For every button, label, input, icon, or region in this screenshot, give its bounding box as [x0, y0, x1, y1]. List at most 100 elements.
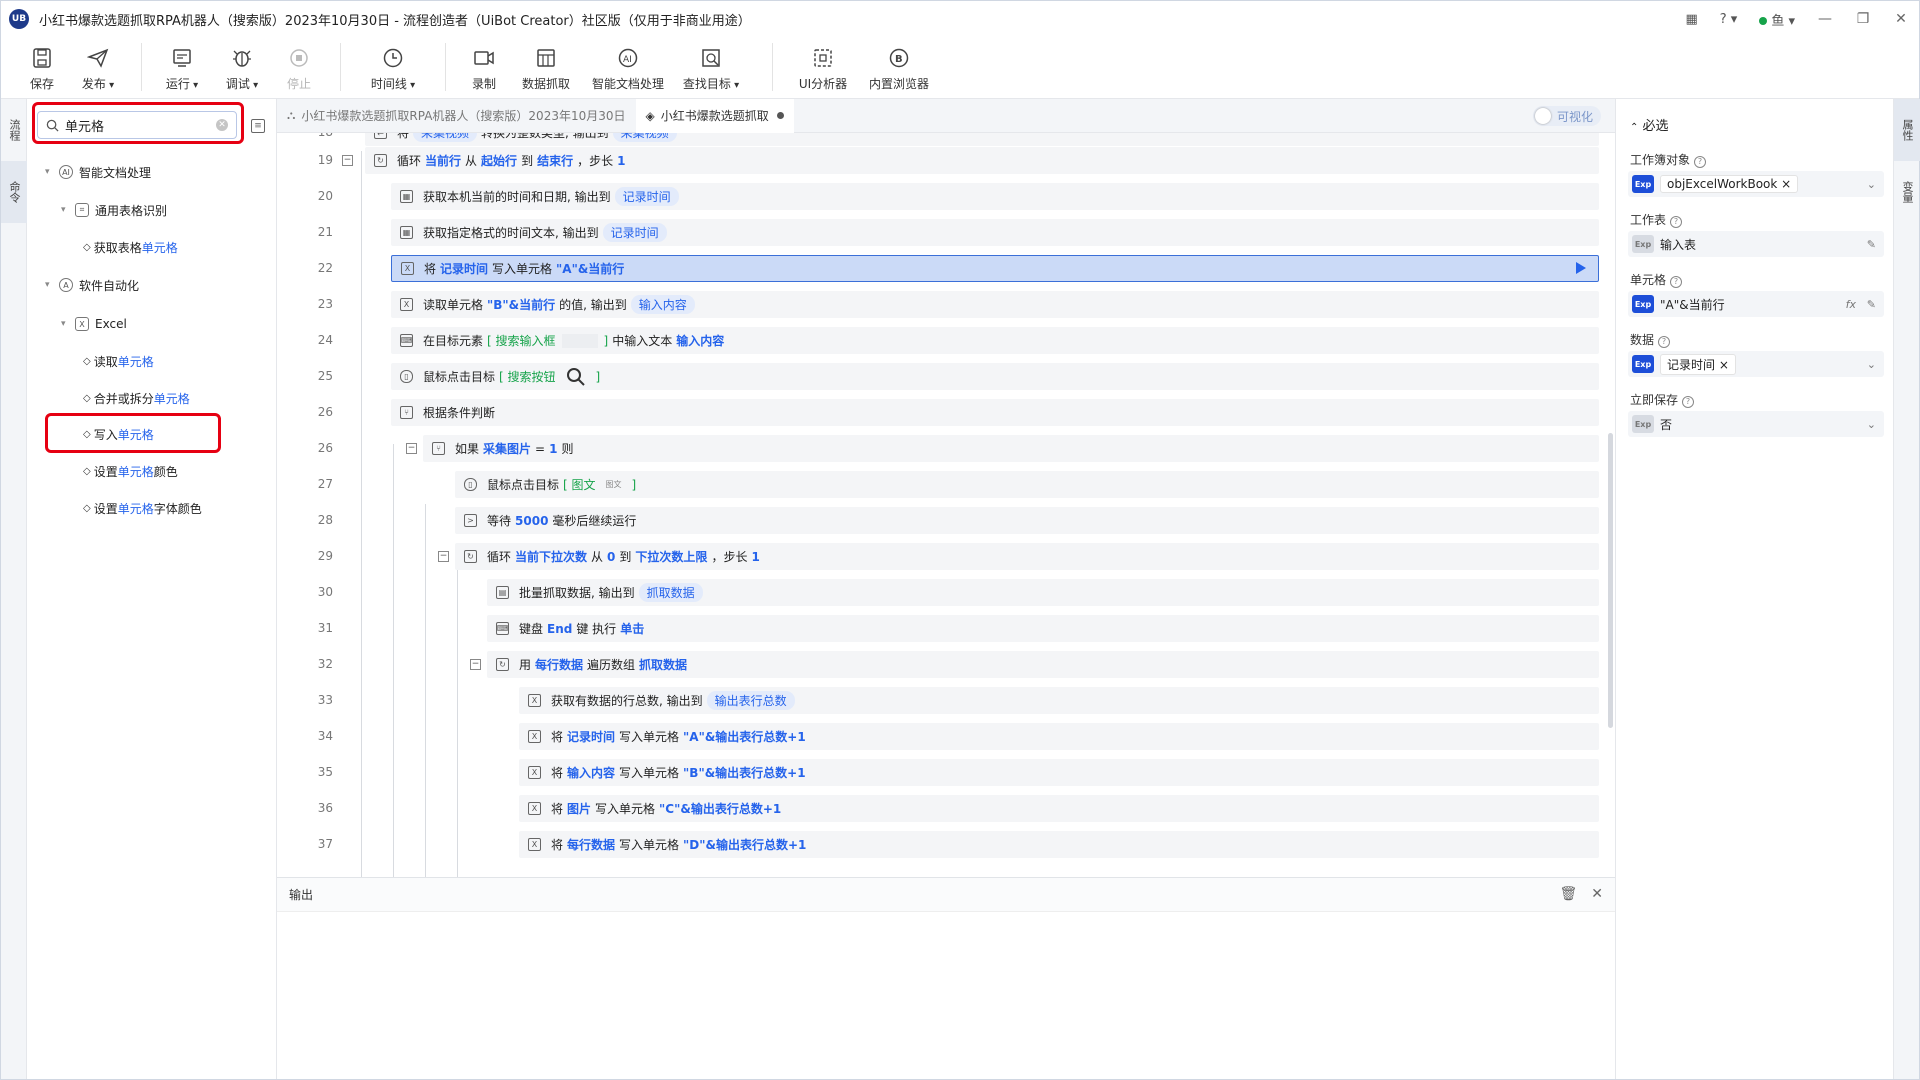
- statement-block[interactable]: ▦ 获取指定格式的时间文本, 输出到 记录时间: [391, 219, 1599, 246]
- code-row-19[interactable]: 19 − ↻ 循环 当前行从起始行到结束行 ，步长 1: [277, 145, 1607, 175]
- code-row-37[interactable]: 37 X 将每行数据 写入单元格 "D"&输出表行总数+1: [277, 829, 1607, 859]
- tree-node-excel[interactable]: ▾ X Excel: [61, 313, 127, 335]
- code-row-28[interactable]: 28 > 等待 5000 毫秒后继续运行: [277, 505, 1607, 535]
- tree-item-get-table-cell[interactable]: ◇ 获取表格 单元格: [83, 236, 178, 258]
- filter-icon[interactable]: ≡: [251, 119, 265, 133]
- code-row-21[interactable]: 21 ▦ 获取指定格式的时间文本, 输出到 记录时间: [277, 217, 1607, 247]
- tree-item-set-cell-color[interactable]: ◇ 设置 单元格 颜色: [83, 460, 178, 482]
- code-row-34[interactable]: 34 X 将记录时间 写入单元格 "A"&输出表行总数+1: [277, 721, 1607, 751]
- statement-block[interactable]: ⌨ 在目标元素[ 搜索输入框] 中输入文本 输入内容: [391, 327, 1599, 354]
- save-button[interactable]: 保存: [13, 37, 71, 99]
- tree-node-software-automation[interactable]: ▾ A 软件自动化: [45, 274, 139, 296]
- run-button[interactable]: 运行: [152, 37, 212, 99]
- close-button[interactable]: ✕: [1893, 11, 1909, 27]
- tab-properties[interactable]: 属性: [1894, 99, 1920, 161]
- tab-commands[interactable]: 命令: [1, 161, 27, 223]
- trash-icon[interactable]: 🗑: [1559, 886, 1577, 902]
- expression-icon[interactable]: Exp: [1632, 235, 1654, 253]
- selected-statement-block[interactable]: X 将记录时间 写入单元格 "A"&当前行: [391, 255, 1599, 282]
- statement-block[interactable]: X 将记录时间 写入单元格 "A"&输出表行总数+1: [519, 723, 1599, 750]
- run-line-icon[interactable]: [1576, 262, 1586, 274]
- timeline-button[interactable]: 时间线: [357, 37, 429, 99]
- statement-block[interactable]: ⌨ 键盘 End 键 执行 单击: [487, 615, 1599, 642]
- statement-block[interactable]: X 将输入内容 写入单元格 "B"&输出表行总数+1: [519, 759, 1599, 786]
- collapse-icon[interactable]: −: [406, 443, 417, 454]
- user-menu[interactable]: 鱼 ▾: [1759, 10, 1795, 29]
- code-row-20[interactable]: 20 ▦ 获取本机当前的时间和日期, 输出到 记录时间: [277, 181, 1607, 211]
- record-button[interactable]: 录制: [456, 37, 512, 99]
- restore-button[interactable]: ❐: [1855, 11, 1871, 27]
- tab-main-flow[interactable]: ⛬ 小红书爆款选题抓取RPA机器人（搜索版）2023年10月30日: [277, 99, 636, 133]
- help-icon[interactable]: ?: [1682, 396, 1695, 408]
- cell-field[interactable]: Exp "A"&当前行 fx ✎: [1628, 291, 1884, 317]
- chevron-down-icon[interactable]: ⌄: [1867, 178, 1876, 191]
- tab-variables[interactable]: 变量: [1894, 161, 1920, 223]
- code-row-23[interactable]: 23 X 读取单元格 "B"&当前行 的值, 输出到 输入内容: [277, 289, 1607, 319]
- statement-block[interactable]: ▯ 鼠标点击目标[ 搜索按钮 ]: [391, 363, 1599, 390]
- expression-icon[interactable]: Exp: [1632, 355, 1654, 373]
- sheet-field[interactable]: Exp 输入表 ✎: [1628, 231, 1884, 257]
- foreach-block[interactable]: ↻ 用每行数据 遍历数组 抓取数据: [487, 651, 1599, 678]
- find-target-button[interactable]: 查找目标: [676, 37, 746, 99]
- tree-node-smart-doc[interactable]: ▾ AI 智能文档处理: [45, 161, 151, 183]
- function-icon[interactable]: fx: [1846, 298, 1856, 311]
- stop-button[interactable]: 停止: [272, 37, 326, 99]
- condition-block[interactable]: ⑂ 根据条件判断: [391, 399, 1599, 426]
- code-row-26-condition[interactable]: 26 ⑂ 根据条件判断: [277, 397, 1607, 427]
- statement-block[interactable]: ▦ 获取本机当前的时间和日期, 输出到 记录时间: [391, 183, 1599, 210]
- statement-block[interactable]: X 读取单元格 "B"&当前行 的值, 输出到 输入内容: [391, 291, 1599, 318]
- tree-item-read-cell[interactable]: ◇ 读取 单元格: [83, 350, 154, 372]
- code-row-35[interactable]: 35 X 将输入内容 写入单元格 "B"&输出表行总数+1: [277, 757, 1607, 787]
- help-icon[interactable]: ?: [1670, 216, 1683, 228]
- expression-icon[interactable]: Exp: [1632, 295, 1654, 313]
- help-icon[interactable]: ?: [1694, 156, 1707, 168]
- code-row-36[interactable]: 36 X 将图片 写入单元格 "C"&输出表行总数+1: [277, 793, 1607, 823]
- publish-button[interactable]: 发布: [71, 37, 125, 99]
- edit-icon[interactable]: ✎: [1867, 238, 1876, 251]
- code-row-26-if[interactable]: 26 − ⑂ 如果 采集图片 = 1 则: [277, 433, 1607, 463]
- tree-node-table-recognition[interactable]: ▾ ⌗ 通用表格识别: [61, 199, 167, 221]
- help-menu[interactable]: ? ▾: [1720, 12, 1738, 27]
- chevron-down-icon[interactable]: ⌄: [1867, 358, 1876, 371]
- expression-icon[interactable]: Exp: [1632, 415, 1654, 433]
- tab-flow[interactable]: 流程: [1, 99, 27, 161]
- help-icon[interactable]: ?: [1658, 336, 1671, 348]
- code-row-27[interactable]: 27 ▯ 鼠标点击目标[ 图文 图文]: [277, 469, 1607, 499]
- code-row-30[interactable]: 30 ▤ 批量抓取数据, 输出到 抓取数据: [277, 577, 1607, 607]
- editor-scrollbar[interactable]: [1608, 433, 1613, 728]
- layout-grid-icon[interactable]: ▦: [1685, 12, 1697, 27]
- if-block[interactable]: ⑂ 如果 采集图片 = 1 则: [423, 435, 1599, 462]
- minimize-button[interactable]: —: [1817, 11, 1833, 27]
- workbook-field[interactable]: Exp objExcelWorkBook × ⌄: [1628, 171, 1884, 197]
- tree-item-set-cell-font-color[interactable]: ◇ 设置 单元格 字体颜色: [83, 497, 202, 519]
- smart-doc-button[interactable]: AI 智能文档处理: [580, 37, 676, 99]
- ui-analyzer-button[interactable]: UI分析器: [787, 37, 859, 99]
- code-row-25[interactable]: 25 ▯ 鼠标点击目标[ 搜索按钮 ]: [277, 361, 1607, 391]
- statement-block[interactable]: X 将每行数据 写入单元格 "D"&输出表行总数+1: [519, 831, 1599, 858]
- output-tab[interactable]: 输出: [289, 886, 313, 903]
- code-row-33[interactable]: 33 X 获取有数据的行总数, 输出到 输出表行总数: [277, 685, 1607, 715]
- statement-block[interactable]: X 将图片 写入单元格 "C"&输出表行总数+1: [519, 795, 1599, 822]
- tree-item-merge-split-cell[interactable]: ◇ 合并或拆分 单元格: [83, 387, 190, 409]
- collapse-icon[interactable]: −: [470, 659, 481, 670]
- statement-block[interactable]: X 获取有数据的行总数, 输出到 输出表行总数: [519, 687, 1599, 714]
- close-icon[interactable]: ✕: [1591, 886, 1603, 902]
- data-field[interactable]: Exp 记录时间 × ⌄: [1628, 351, 1884, 377]
- code-row-31[interactable]: 31 ⌨ 键盘 End 键 执行 单击: [277, 613, 1607, 643]
- code-row-22[interactable]: 22 X 将记录时间 写入单元格 "A"&当前行: [277, 253, 1607, 283]
- code-row-29[interactable]: 29 − ↻ 循环 当前下拉次数从 0 到下拉次数上限 ，步长 1: [277, 541, 1607, 571]
- statement-block[interactable]: > 等待 5000 毫秒后继续运行: [455, 507, 1599, 534]
- collapse-icon[interactable]: −: [342, 155, 353, 166]
- loop-block[interactable]: ↻ 循环 当前下拉次数从 0 到下拉次数上限 ，步长 1: [455, 543, 1599, 570]
- chevron-down-icon[interactable]: ⌄: [1867, 418, 1876, 431]
- expression-icon[interactable]: Exp: [1632, 175, 1654, 193]
- statement-block[interactable]: ▤ 批量抓取数据, 输出到 抓取数据: [487, 579, 1599, 606]
- tab-sub-flow[interactable]: ◈ 小红书爆款选题抓取: [635, 98, 794, 133]
- data-scrape-button[interactable]: 数据抓取: [512, 37, 580, 99]
- help-icon[interactable]: ?: [1670, 276, 1683, 288]
- code-row-24[interactable]: 24 ⌨ 在目标元素[ 搜索输入框] 中输入文本 输入内容: [277, 325, 1607, 355]
- builtin-browser-button[interactable]: B 内置浏览器: [859, 37, 939, 99]
- required-section-header[interactable]: ⌃ 必选: [1630, 115, 1669, 134]
- edit-icon[interactable]: ✎: [1867, 298, 1876, 311]
- collapse-icon[interactable]: −: [438, 551, 449, 562]
